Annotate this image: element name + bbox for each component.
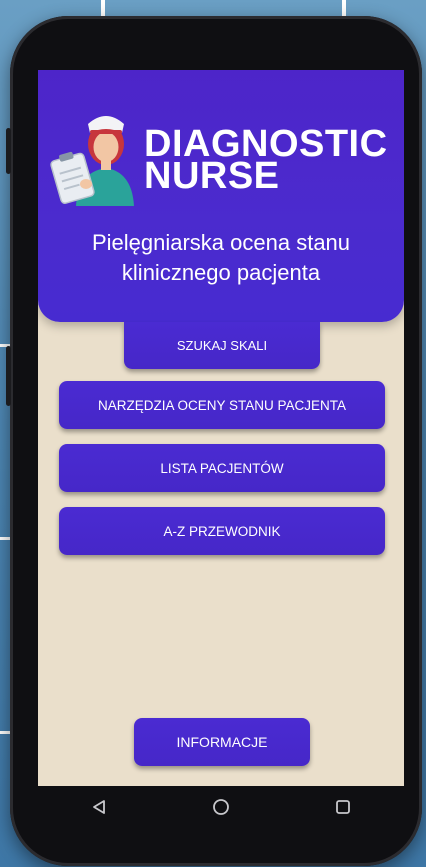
- az-guide-button[interactable]: A-Z PRZEWODNIK: [59, 507, 385, 555]
- app-subtitle: Pielęgniarska ocena stanu klinicznego pa…: [38, 228, 404, 288]
- app-subtitle-line-2: klinicznego pacjenta: [121, 260, 321, 285]
- app-screen: DIAGNOSTIC NURSE Pielęgniarska ocena sta…: [38, 70, 404, 786]
- home-circle-icon[interactable]: [191, 786, 251, 828]
- nurse-logo-icon: [50, 116, 134, 206]
- android-nav-bar: [38, 786, 404, 828]
- app-header: DIAGNOSTIC NURSE Pielęgniarska ocena sta…: [38, 70, 404, 322]
- top-guide-line-right: [342, 0, 346, 16]
- app-title: DIAGNOSTIC NURSE: [144, 125, 404, 195]
- search-scale-button[interactable]: SZUKAJ SKALI: [124, 322, 320, 369]
- patient-list-button[interactable]: LISTA PACJENTÓW: [59, 444, 385, 492]
- back-triangle-icon[interactable]: [69, 786, 129, 828]
- phone-side-button-mid: [6, 346, 11, 406]
- phone-side-button-top: [6, 128, 11, 174]
- info-button[interactable]: INFORMACJE: [134, 718, 310, 766]
- top-guide-line-left: [101, 0, 105, 16]
- app-subtitle-line-1: Pielęgniarska ocena stanu: [91, 230, 351, 255]
- recents-square-icon[interactable]: [313, 786, 373, 828]
- assessment-tools-button[interactable]: NARZĘDZIA OCENY STANU PACJENTA: [59, 381, 385, 429]
